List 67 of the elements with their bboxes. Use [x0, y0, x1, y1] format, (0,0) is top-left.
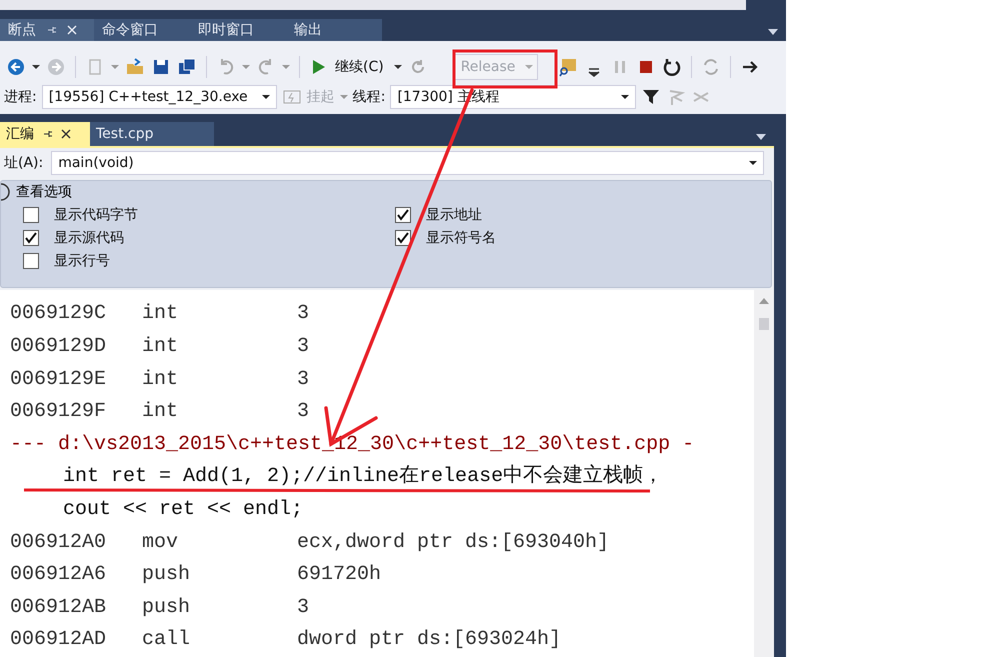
tool-window-tab[interactable]: 输出 [286, 19, 382, 42]
option-checkbox[interactable]: 显示代码字节 [23, 203, 395, 226]
instruction-mnemonic: push [142, 594, 192, 621]
instruction-operand: ecx,dword ptr ds:[693040h] [297, 530, 610, 556]
instruction-operand: 3 [297, 301, 310, 328]
option-checkbox[interactable]: 显示源代码 [23, 226, 395, 250]
folder-search-icon[interactable] [558, 57, 578, 78]
source-file-path: --- d:\vs2013_2015\c++test_12_30\c++test_12_30\test.cpp - [10, 432, 694, 458]
instruction-address: 006912A6 [10, 562, 108, 588]
caret-icon[interactable] [32, 65, 40, 70]
continue-button[interactable]: 继续(C) [309, 58, 388, 76]
instruction-operand: 3 [297, 399, 310, 426]
checkbox-icon[interactable] [395, 206, 411, 223]
option-checkbox[interactable]: 显示地址 [395, 203, 771, 226]
back-icon[interactable] [6, 57, 26, 78]
process-dropdown[interactable]: [19556] C++test_12_30.exe [42, 85, 277, 110]
source-code-line: cout << ret << endl; [63, 500, 304, 520]
instruction-mnemonic: push [142, 562, 192, 588]
instruction-mnemonic: int [142, 334, 180, 360]
collapse-icon[interactable] [1, 182, 11, 202]
dropdown-icon[interactable] [756, 134, 766, 140]
document-tab[interactable]: 汇编 [0, 122, 90, 146]
instruction-mnemonic: int [142, 366, 180, 393]
document-tab[interactable]: Test.cpp [90, 122, 214, 146]
dropdown-icon[interactable] [768, 29, 778, 36]
horizontal-scrollbar[interactable] [0, 0, 746, 10]
view-options-title: 查看选项 [16, 183, 72, 202]
play-icon [313, 60, 325, 74]
forward-icon [46, 57, 66, 78]
checkbox-icon[interactable] [23, 206, 39, 223]
option-checkbox[interactable]: 显示符号名 [395, 226, 771, 250]
instruction-address: 0069129C [10, 301, 108, 328]
instruction-address: 006912AD [10, 627, 108, 654]
instruction-address: 0069129D [10, 334, 108, 360]
instruction-address: 0069129F [10, 399, 108, 426]
scrollbar-thumb[interactable] [759, 318, 769, 330]
pause-icon [614, 61, 625, 74]
checkbox-icon[interactable] [23, 252, 39, 269]
caret-icon [621, 95, 630, 100]
caret-icon [262, 95, 270, 100]
option-checkbox[interactable]: 显示行号 [23, 249, 395, 272]
instruction-mnemonic: call [142, 627, 192, 654]
caret-icon [525, 65, 534, 70]
tool-window-tab[interactable]: 命令窗口 [94, 19, 190, 42]
instruction-operand: dword ptr ds:[693024h] [297, 627, 562, 654]
instruction-mnemonic: mov [142, 530, 180, 556]
address-label: 址(A): [4, 154, 44, 172]
instruction-operand: 3 [297, 366, 310, 393]
instruction-mnemonic: int [142, 399, 180, 426]
restart-icon[interactable] [662, 57, 682, 78]
caret-icon[interactable] [394, 65, 402, 70]
tool-window-tab[interactable]: 即时窗口 [190, 19, 286, 42]
instruction-mnemonic: int [142, 301, 180, 328]
vertical-scrollbar[interactable] [754, 290, 774, 657]
instruction-operand: 3 [297, 594, 310, 621]
thread-label: 线程: [352, 88, 386, 106]
instruction-address: 006912A0 [10, 530, 108, 556]
instruction-address: 006912AB [10, 594, 108, 621]
address-field[interactable]: main(void) [51, 151, 764, 176]
instruction-operand: 3 [297, 334, 310, 360]
checkbox-icon[interactable] [23, 230, 39, 246]
close-icon[interactable] [60, 128, 72, 140]
instruction-address: 0069129E [10, 366, 108, 393]
process-label: 进程: [4, 88, 37, 106]
caret-icon [749, 161, 757, 166]
checkbox-icon[interactable] [395, 230, 411, 246]
instruction-operand: 691720h [297, 562, 382, 588]
